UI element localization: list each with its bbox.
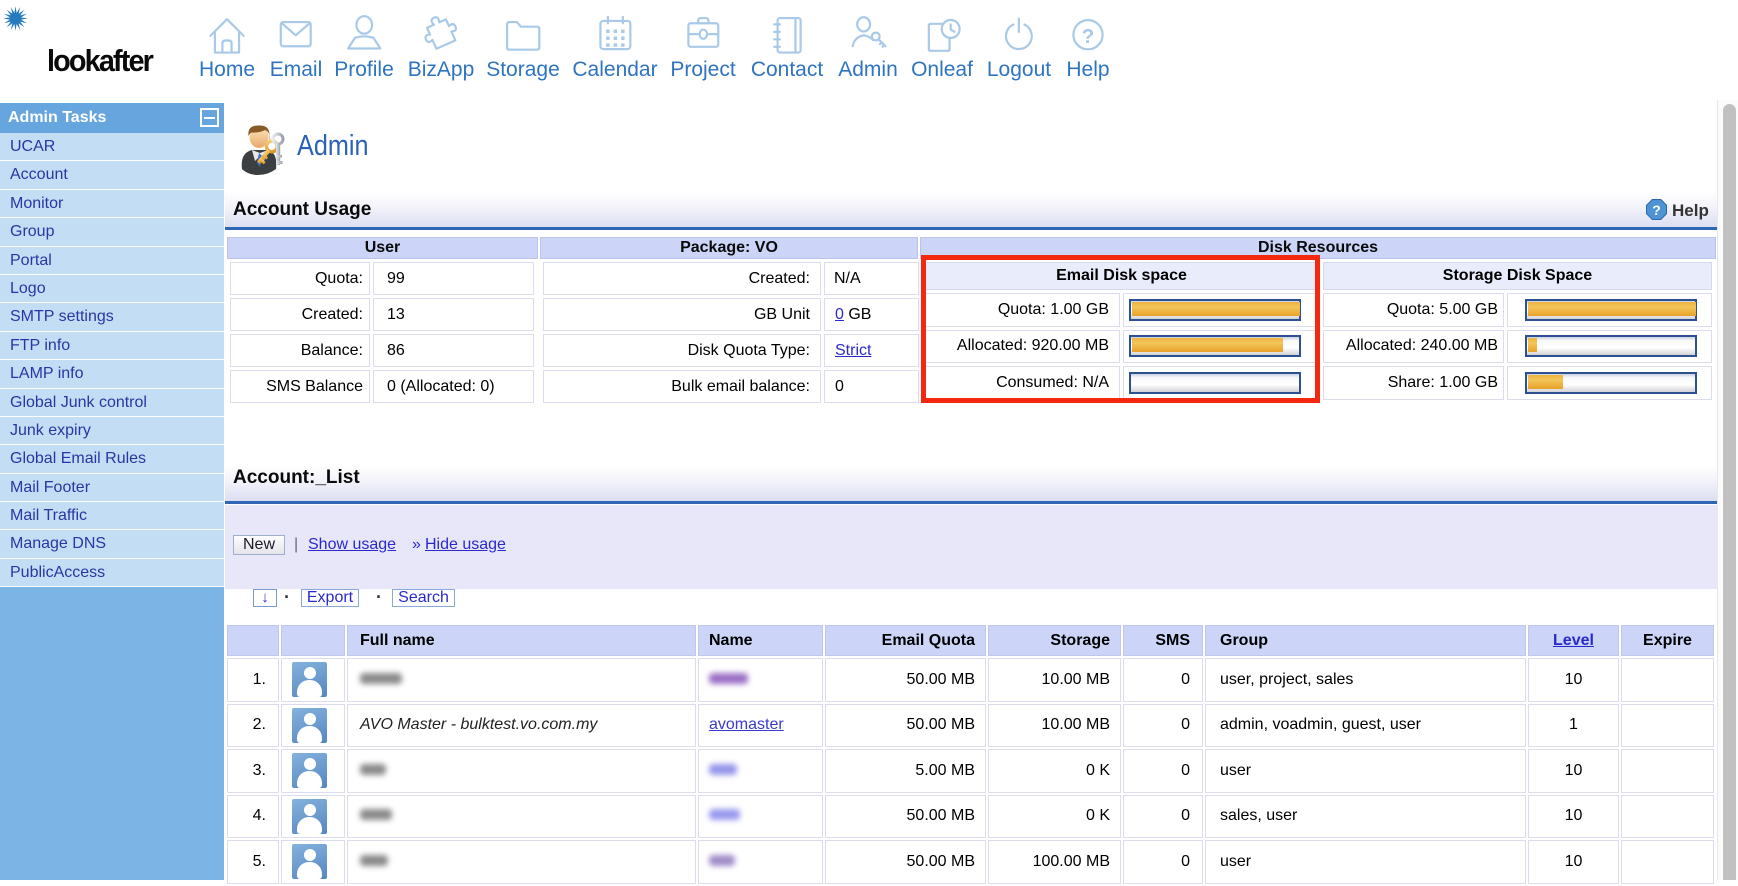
svg-text:?: ? (1082, 25, 1095, 48)
svg-text:?: ? (1652, 202, 1661, 218)
